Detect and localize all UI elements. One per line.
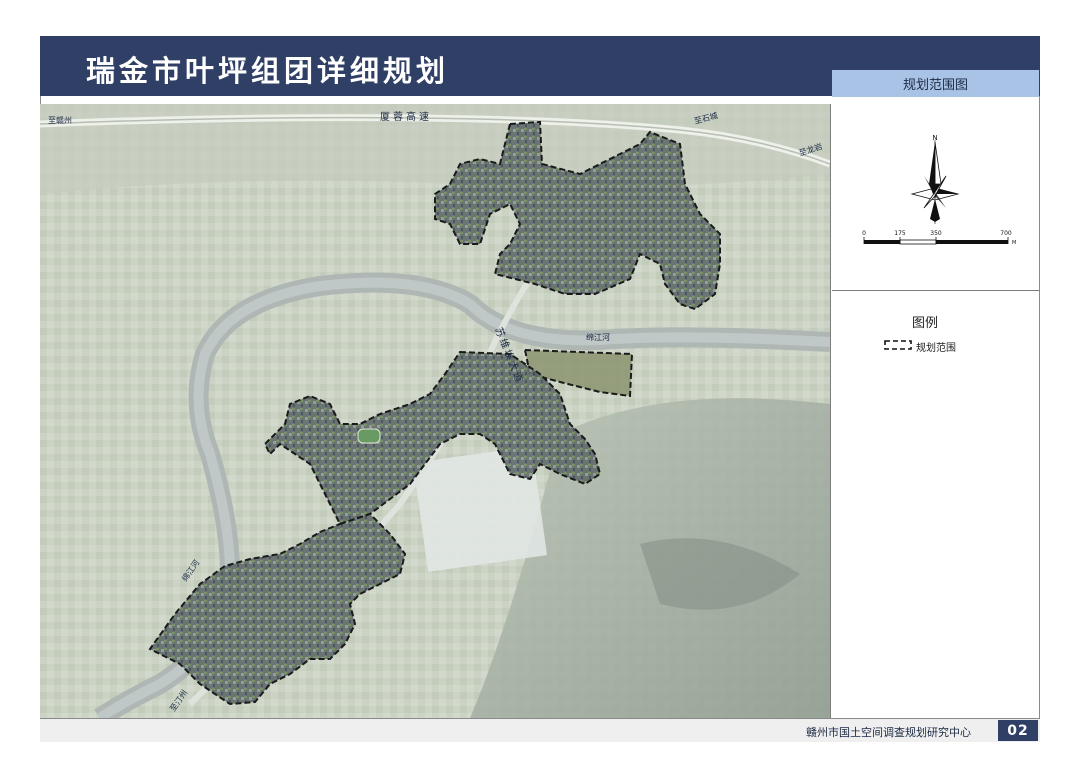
page-number: 02 [998,720,1038,741]
scale-tick-350: 350 [930,230,942,237]
footer-organization: 赣州市国土空间调查规划研究中心 [806,726,971,739]
sports-field [357,428,381,444]
legend-boundary-icon [884,340,912,350]
label-expressway: 厦蓉高速 [380,110,432,123]
compass-north-label: N [932,134,937,142]
label-river-north: 绵江河 [586,332,610,342]
page-title: 瑞金市叶坪组团详细规划 [86,54,450,88]
label-to-ganzhou: 至赣州 [48,115,72,125]
scale-unit: M [1012,240,1016,246]
scale-tick-175: 175 [894,230,906,237]
map-canvas: 至赣州 厦蓉高速 至石城 至龙岩 苏维埃大道 绵江河 绵江河 至汀州 [40,104,830,718]
scale-tick-0: 0 [862,230,866,237]
scale-bar [863,237,1009,245]
satellite-map[interactable]: 至赣州 厦蓉高速 至石城 至龙岩 苏维埃大道 绵江河 绵江河 至汀州 [40,104,830,718]
scale-tick-700: 700 [1000,230,1012,237]
compass-scale-panel: N 0 175 350 700 M [862,134,1016,246]
legend-title: 图例 [912,316,939,331]
legend-boundary-label: 规划范围 [916,343,956,354]
tab-plan-scope[interactable]: 规划范围图 [832,70,1039,97]
side-panel: N 0 175 350 700 M [832,104,1039,718]
panel-divider-vertical [830,104,831,718]
north-arrow-icon [910,140,960,224]
panel-divider [832,290,1039,291]
